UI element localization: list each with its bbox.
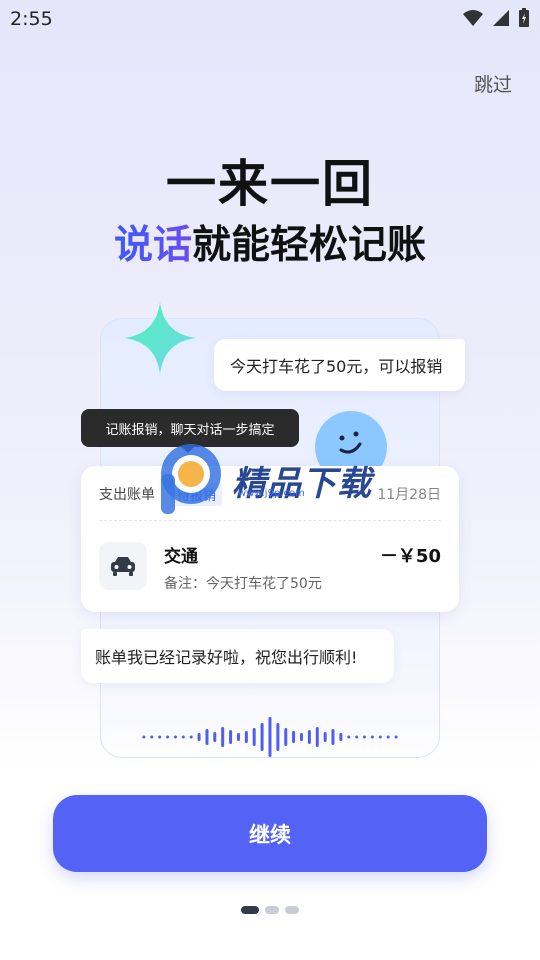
- bill-header: 支出账单: [99, 487, 155, 503]
- watermark-logo-icon: [161, 444, 221, 514]
- taxi-icon: [111, 557, 135, 576]
- battery-icon: [519, 8, 529, 27]
- bill-category: 交通: [164, 547, 198, 567]
- headline-highlight: 说话: [113, 223, 192, 268]
- watermark-sub: www.j9p.com: [238, 488, 305, 499]
- bill-divider: [99, 520, 441, 521]
- watermark: 精品下载 www.j9p.com: [158, 444, 398, 516]
- assistant-message-bubble: 账单我已经记录好啦，祝您出行顺利!: [81, 629, 394, 683]
- feature-tooltip: 记账报销，聊天对话一步搞定: [81, 409, 299, 453]
- category-icon-wrap: [99, 542, 147, 590]
- bill-note: 备注：今天打车花了50元: [164, 576, 322, 592]
- bill-amount: －￥50: [379, 546, 441, 567]
- headline-line1: 一来一回: [166, 155, 374, 213]
- status-time: 2:55: [10, 8, 53, 30]
- wifi-icon: [463, 10, 483, 26]
- sparkle-icon: [124, 302, 196, 374]
- headline-rest: 就能轻松记账: [192, 223, 427, 268]
- user-message-bubble: 今天打车花了50元，可以报销: [214, 339, 465, 391]
- skip-button[interactable]: 跳过: [474, 70, 512, 97]
- voice-wave-icon: [142, 717, 398, 757]
- signal-icon: [493, 10, 509, 26]
- headline-line2: 说话就能轻松记账: [0, 214, 540, 270]
- page-indicator: [0, 906, 540, 914]
- page-dot: [241, 906, 259, 914]
- continue-button[interactable]: 继续: [53, 795, 487, 872]
- page-dot: [285, 906, 299, 914]
- page-dot: [265, 906, 279, 914]
- status-bar: 2:55: [0, 0, 540, 36]
- status-icons: [462, 8, 530, 28]
